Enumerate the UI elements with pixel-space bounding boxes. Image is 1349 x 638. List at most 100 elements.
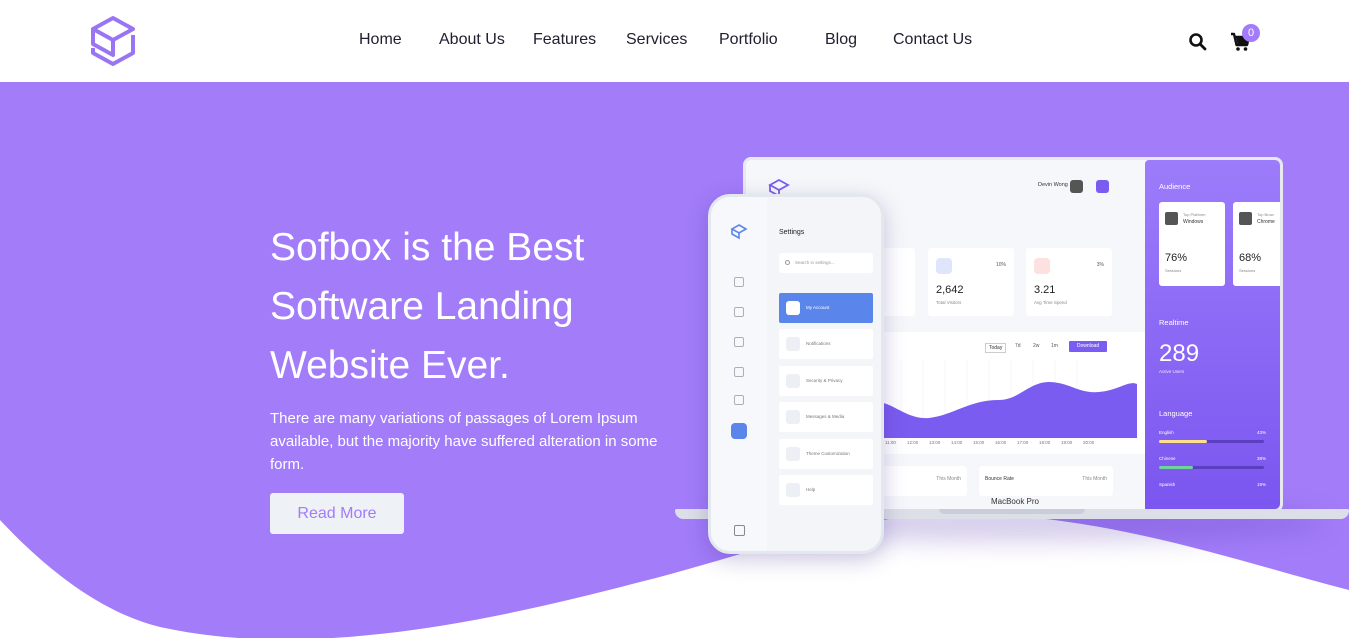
dashboard-notification-icon[interactable] bbox=[1096, 180, 1109, 193]
settings-item-label: Help bbox=[806, 487, 816, 492]
brush-icon bbox=[786, 447, 800, 461]
bounce-rate-card: Bounce Rate This Month bbox=[979, 466, 1113, 496]
language-heading: Language bbox=[1159, 409, 1193, 418]
nav-item-portfolio[interactable]: Portfolio bbox=[719, 31, 778, 49]
x-tick: 11:00 bbox=[885, 440, 896, 445]
grid-icon[interactable] bbox=[734, 277, 744, 287]
search-icon bbox=[785, 260, 790, 265]
header-actions: 0 bbox=[1180, 22, 1270, 62]
phone-sidebar bbox=[711, 197, 767, 551]
audience-card-percent: 76% bbox=[1165, 252, 1188, 264]
settings-item-label: Theme Customization bbox=[806, 451, 850, 456]
chart-icon[interactable] bbox=[734, 367, 744, 377]
stat-card bbox=[879, 248, 915, 316]
hero-description: There are many variations of passages of… bbox=[270, 410, 658, 473]
laptop-notch bbox=[939, 509, 1085, 514]
x-tick: 14:00 bbox=[951, 440, 963, 445]
phone-search-input[interactable]: Search in settings... bbox=[779, 253, 873, 273]
mini-card-title: Bounce Rate bbox=[985, 476, 1014, 482]
chart-tab-today[interactable]: Today bbox=[985, 343, 1007, 353]
logout-icon[interactable] bbox=[734, 525, 745, 536]
hero-title: Sofbox is the Best Software Landing Webs… bbox=[270, 226, 585, 387]
audience-card-top: Top Brow bbox=[1257, 212, 1274, 217]
audience-card-percent: 68% bbox=[1239, 252, 1262, 264]
help-icon bbox=[786, 483, 800, 497]
nav-item-services[interactable]: Services bbox=[626, 31, 687, 49]
phone-settings-panel: Settings Search in settings... My Accoun… bbox=[767, 197, 881, 551]
settings-item-my-account[interactable]: My Account bbox=[779, 293, 873, 323]
sofbox-logo-icon[interactable] bbox=[88, 14, 138, 68]
stat-delta: 3% bbox=[1096, 262, 1104, 268]
account-icon bbox=[786, 301, 800, 315]
mini-stat-card: This Month bbox=[879, 466, 967, 496]
laptop-brand-label: MacBook Pro bbox=[990, 497, 1040, 506]
clock-icon bbox=[1034, 258, 1050, 274]
settings-item-theme[interactable]: Theme Customization bbox=[779, 439, 873, 469]
chart-tab-7d[interactable]: 7d bbox=[1015, 343, 1021, 349]
settings-icon[interactable] bbox=[731, 423, 747, 439]
nav-item-about-us[interactable]: About Us bbox=[439, 31, 505, 49]
nav-item-home[interactable]: Home bbox=[359, 31, 402, 49]
language-percent: 19% bbox=[1257, 482, 1267, 487]
language-percent: 43% bbox=[1257, 430, 1267, 435]
settings-item-label: My Account bbox=[806, 305, 830, 310]
settings-item-label: Notifications bbox=[806, 341, 831, 346]
realtime-heading: Realtime bbox=[1159, 318, 1189, 327]
realtime-value: 289 bbox=[1159, 340, 1200, 367]
cart-count-badge: 0 bbox=[1242, 24, 1260, 42]
x-tick: 20:00 bbox=[1083, 440, 1095, 445]
audience-card-browser: Top Brow Chrome 68% Sessions bbox=[1233, 202, 1280, 286]
chrome-icon bbox=[1239, 212, 1252, 225]
lock-icon bbox=[786, 374, 800, 388]
settings-item-messages[interactable]: Messages & Media bbox=[779, 402, 873, 432]
dashboard-user-name: Devin Wong bbox=[1038, 182, 1068, 188]
stat-card-avg-time: 3% 3.21 Avg Time Spend bbox=[1026, 248, 1112, 316]
phone-settings-title: Settings bbox=[779, 229, 805, 236]
visitors-chart-card: Today 7d 2w 1m Download 11:00 12:00 13:0… bbox=[879, 332, 1147, 454]
language-bar bbox=[1159, 440, 1264, 443]
settings-item-notifications[interactable]: Notifications bbox=[779, 329, 873, 359]
x-tick: 12:00 bbox=[907, 440, 919, 445]
stat-value: 3.21 bbox=[1034, 284, 1056, 296]
analytics-side-panel: Audience Top Platform Windows 76% Sessio… bbox=[1145, 160, 1280, 509]
chart-tab-1m[interactable]: 1m bbox=[1051, 343, 1058, 349]
read-more-button[interactable]: Read More bbox=[270, 493, 404, 534]
x-tick: 13:00 bbox=[929, 440, 941, 445]
x-tick: 15:00 bbox=[973, 440, 985, 445]
stat-value: 2,642 bbox=[936, 284, 964, 296]
audience-card-sub: Sessions bbox=[1165, 268, 1182, 273]
user-icon[interactable] bbox=[734, 395, 744, 405]
chart-download-button[interactable]: Download bbox=[1069, 341, 1107, 352]
language-name: Chinese bbox=[1159, 456, 1176, 461]
calendar-icon[interactable] bbox=[734, 337, 744, 347]
chart-tab-2w[interactable]: 2w bbox=[1033, 343, 1039, 349]
language-bar bbox=[1159, 466, 1264, 469]
mini-card-meta: This Month bbox=[936, 476, 961, 482]
chat-icon[interactable] bbox=[734, 307, 744, 317]
audience-card-name: Windows bbox=[1183, 219, 1204, 225]
site-header: Home About Us Features Services Portfoli… bbox=[0, 0, 1349, 82]
audience-card-name: Chrome bbox=[1257, 219, 1275, 225]
stat-label: Total Visitors bbox=[936, 300, 962, 305]
settings-item-label: Security & Privacy bbox=[806, 378, 843, 383]
settings-item-help[interactable]: Help bbox=[779, 475, 873, 505]
language-name: English bbox=[1159, 430, 1174, 435]
nav-item-blog[interactable]: Blog bbox=[825, 31, 857, 49]
x-tick: 18:00 bbox=[1039, 440, 1051, 445]
language-percent: 38% bbox=[1257, 456, 1267, 461]
nav-item-contact-us[interactable]: Contact Us bbox=[893, 31, 972, 49]
nav-item-features[interactable]: Features bbox=[533, 31, 596, 49]
phone-mockup: Settings Search in settings... My Accoun… bbox=[708, 194, 884, 554]
area-chart bbox=[879, 360, 1137, 438]
hero-section: Sofbox is the Best Software Landing Webs… bbox=[0, 82, 1349, 638]
stat-delta: 10% bbox=[995, 262, 1006, 268]
language-name: Spanish bbox=[1159, 482, 1176, 487]
x-tick: 17:00 bbox=[1017, 440, 1029, 445]
audience-card-platform: Top Platform Windows 76% Sessions bbox=[1159, 202, 1225, 286]
dashboard-avatar[interactable] bbox=[1070, 180, 1083, 193]
camera-icon bbox=[786, 410, 800, 424]
settings-item-security[interactable]: Security & Privacy bbox=[779, 366, 873, 396]
search-icon[interactable] bbox=[1188, 32, 1208, 52]
phone-logo-icon bbox=[730, 224, 748, 240]
audience-card-top: Top Platform bbox=[1183, 212, 1206, 217]
